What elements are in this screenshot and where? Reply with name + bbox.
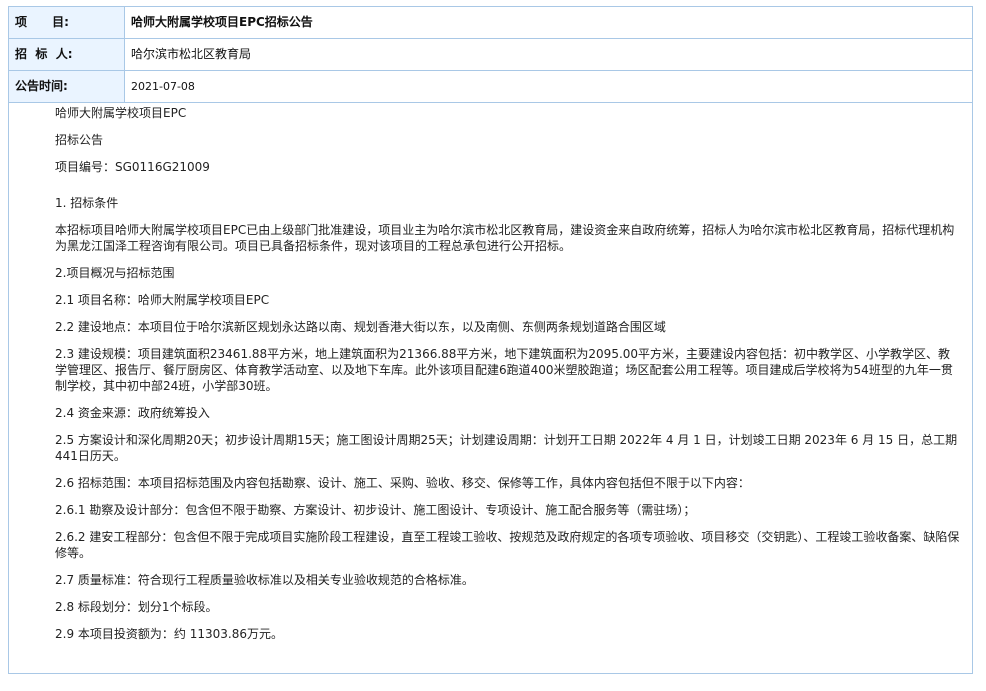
tenderer-value: 哈尔滨市松北区教育局 bbox=[131, 47, 252, 61]
date-row: 公告时间: 2021-07-08 bbox=[9, 71, 972, 103]
body-paragraph: 2.9 本项目投资额为：约 11303.86万元。 bbox=[55, 627, 283, 641]
announcement-body: 哈师大附属学校项目EPC 招标公告 项目编号：SG0116G21009 1. 招… bbox=[9, 103, 972, 673]
date-label: 公告时间: bbox=[9, 71, 125, 102]
section-heading: 2.项目概况与招标范围 bbox=[55, 266, 175, 280]
body-paragraph: 哈师大附属学校项目EPC bbox=[55, 106, 187, 120]
project-title: 哈师大附属学校项目EPC招标公告 bbox=[131, 15, 313, 29]
body-paragraph: 2.3 建设规模：项目建筑面积23461.88平方米，地上建筑面积为21366.… bbox=[55, 347, 953, 393]
body-paragraph: 2.6.2 建安工程部分：包含但不限于完成项目实施阶段工程建设，直至工程竣工验收… bbox=[55, 530, 960, 560]
body-paragraph: 2.5 方案设计和深化周期20天；初步设计周期15天；施工图设计周期25天；计划… bbox=[55, 433, 958, 463]
body-paragraph: 2.7 质量标准：符合现行工程质量验收标准以及相关专业验收规范的合格标准。 bbox=[55, 573, 474, 587]
date-value: 2021-07-08 bbox=[131, 80, 195, 93]
tenderer-row: 招 标 人: 哈尔滨市松北区教育局 bbox=[9, 39, 972, 71]
announcement-sheet: 项 目: 哈师大附属学校项目EPC招标公告 招 标 人: 哈尔滨市松北区教育局 … bbox=[8, 6, 973, 674]
body-paragraph: 2.1 项目名称：哈师大附属学校项目EPC bbox=[55, 293, 270, 307]
body-paragraph: 2.6 招标范围：本项目招标范围及内容包括勘察、设计、施工、采购、验收、移交、保… bbox=[55, 476, 750, 490]
project-label: 项 目: bbox=[9, 7, 125, 38]
body-paragraph: 2.8 标段划分：划分1个标段。 bbox=[55, 600, 218, 614]
body-paragraph: 本招标项目哈师大附属学校项目EPC已由上级部门批准建设，项目业主为哈尔滨市松北区… bbox=[55, 223, 955, 253]
project-number: 项目编号：SG0116G21009 bbox=[55, 160, 210, 174]
body-paragraph: 2.4 资金来源：政府统筹投入 bbox=[55, 406, 210, 420]
tenderer-label: 招 标 人: bbox=[9, 39, 125, 70]
section-heading: 1. 招标条件 bbox=[55, 196, 119, 210]
body-paragraph: 招标公告 bbox=[55, 133, 104, 147]
body-paragraph: 2.2 建设地点：本项目位于哈尔滨新区规划永达路以南、规划香港大街以东，以及南侧… bbox=[55, 320, 666, 334]
body-paragraph: 2.6.1 勘察及设计部分：包含但不限于勘察、方案设计、初步设计、施工图设计、专… bbox=[55, 503, 696, 517]
project-row: 项 目: 哈师大附属学校项目EPC招标公告 bbox=[9, 7, 972, 39]
